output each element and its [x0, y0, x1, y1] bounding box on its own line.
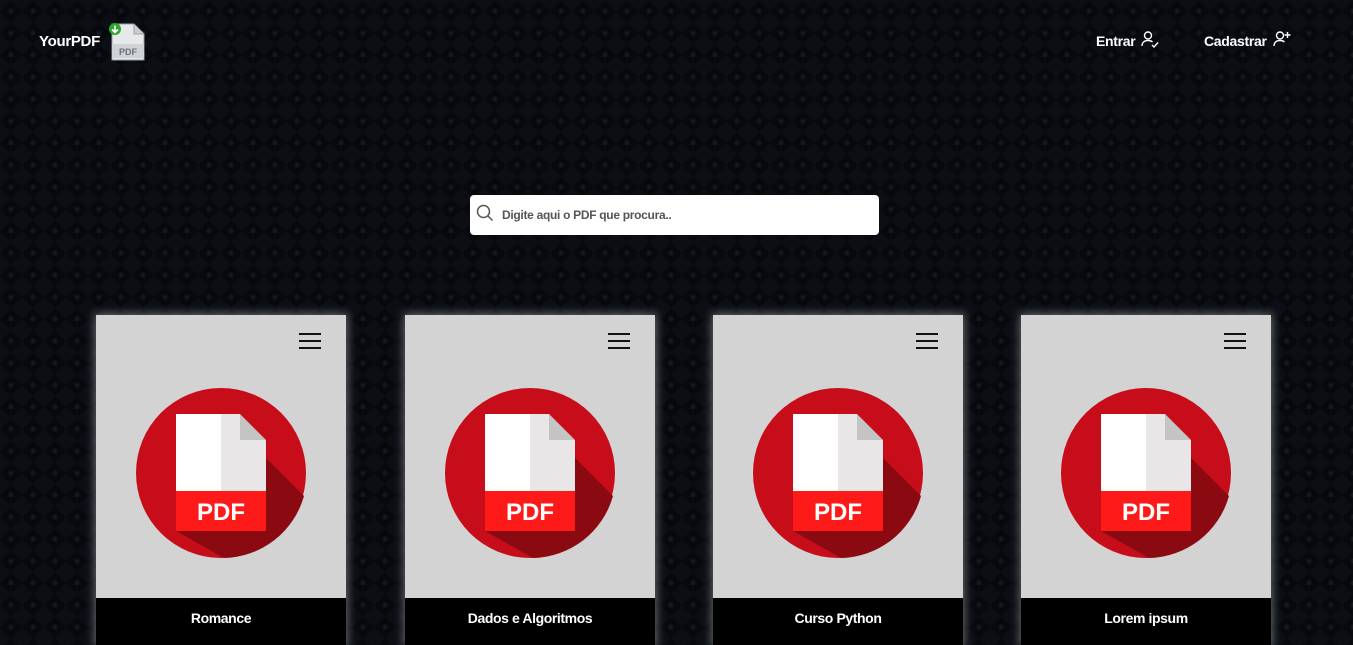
user-plus-icon — [1272, 30, 1291, 51]
pdf-file-icon: PDF — [753, 388, 923, 563]
pdf-card[interactable]: PDF Curso Python — [713, 315, 963, 645]
card-title[interactable]: Dados e Algoritmos — [468, 610, 593, 645]
hamburger-menu-icon[interactable] — [916, 333, 938, 349]
pdf-file-icon: PDF — [136, 388, 306, 563]
brand[interactable]: YourPDF PDF — [39, 22, 146, 62]
svg-text:PDF: PDF — [1122, 499, 1170, 526]
card-title[interactable]: Romance — [191, 610, 252, 645]
svg-text:PDF: PDF — [197, 499, 245, 526]
search-input[interactable] — [500, 207, 864, 223]
card-footer: Romance — [96, 598, 346, 645]
search-icon — [476, 204, 494, 227]
pdf-file-icon: PDF — [445, 388, 615, 563]
search-bar[interactable] — [470, 195, 879, 235]
pdf-download-icon: PDF — [108, 22, 146, 62]
pdf-card[interactable]: PDF Dados e Algoritmos — [405, 315, 655, 645]
nav-entrar[interactable]: Entrar — [1096, 30, 1159, 51]
nav-cadastrar[interactable]: Cadastrar — [1204, 30, 1291, 51]
user-check-icon — [1141, 30, 1159, 51]
pdf-card[interactable]: PDF Romance — [96, 315, 346, 645]
svg-text:PDF: PDF — [506, 499, 554, 526]
pdf-card[interactable]: PDF Lorem ipsum — [1021, 315, 1271, 645]
hamburger-menu-icon[interactable] — [299, 333, 321, 349]
card-title[interactable]: Lorem ipsum — [1104, 610, 1188, 645]
nav-cadastrar-label: Cadastrar — [1204, 32, 1267, 49]
card-footer: Lorem ipsum — [1021, 598, 1271, 645]
hamburger-menu-icon[interactable] — [608, 333, 630, 349]
hamburger-menu-icon[interactable] — [1224, 333, 1246, 349]
card-title[interactable]: Curso Python — [795, 610, 882, 645]
card-footer: Curso Python — [713, 598, 963, 645]
brand-name: YourPDF — [39, 32, 100, 50]
pdf-file-icon: PDF — [1061, 388, 1231, 563]
card-footer: Dados e Algoritmos — [405, 598, 655, 645]
svg-text:PDF: PDF — [814, 499, 862, 526]
svg-text:PDF: PDF — [119, 47, 138, 57]
nav-entrar-label: Entrar — [1096, 32, 1136, 49]
